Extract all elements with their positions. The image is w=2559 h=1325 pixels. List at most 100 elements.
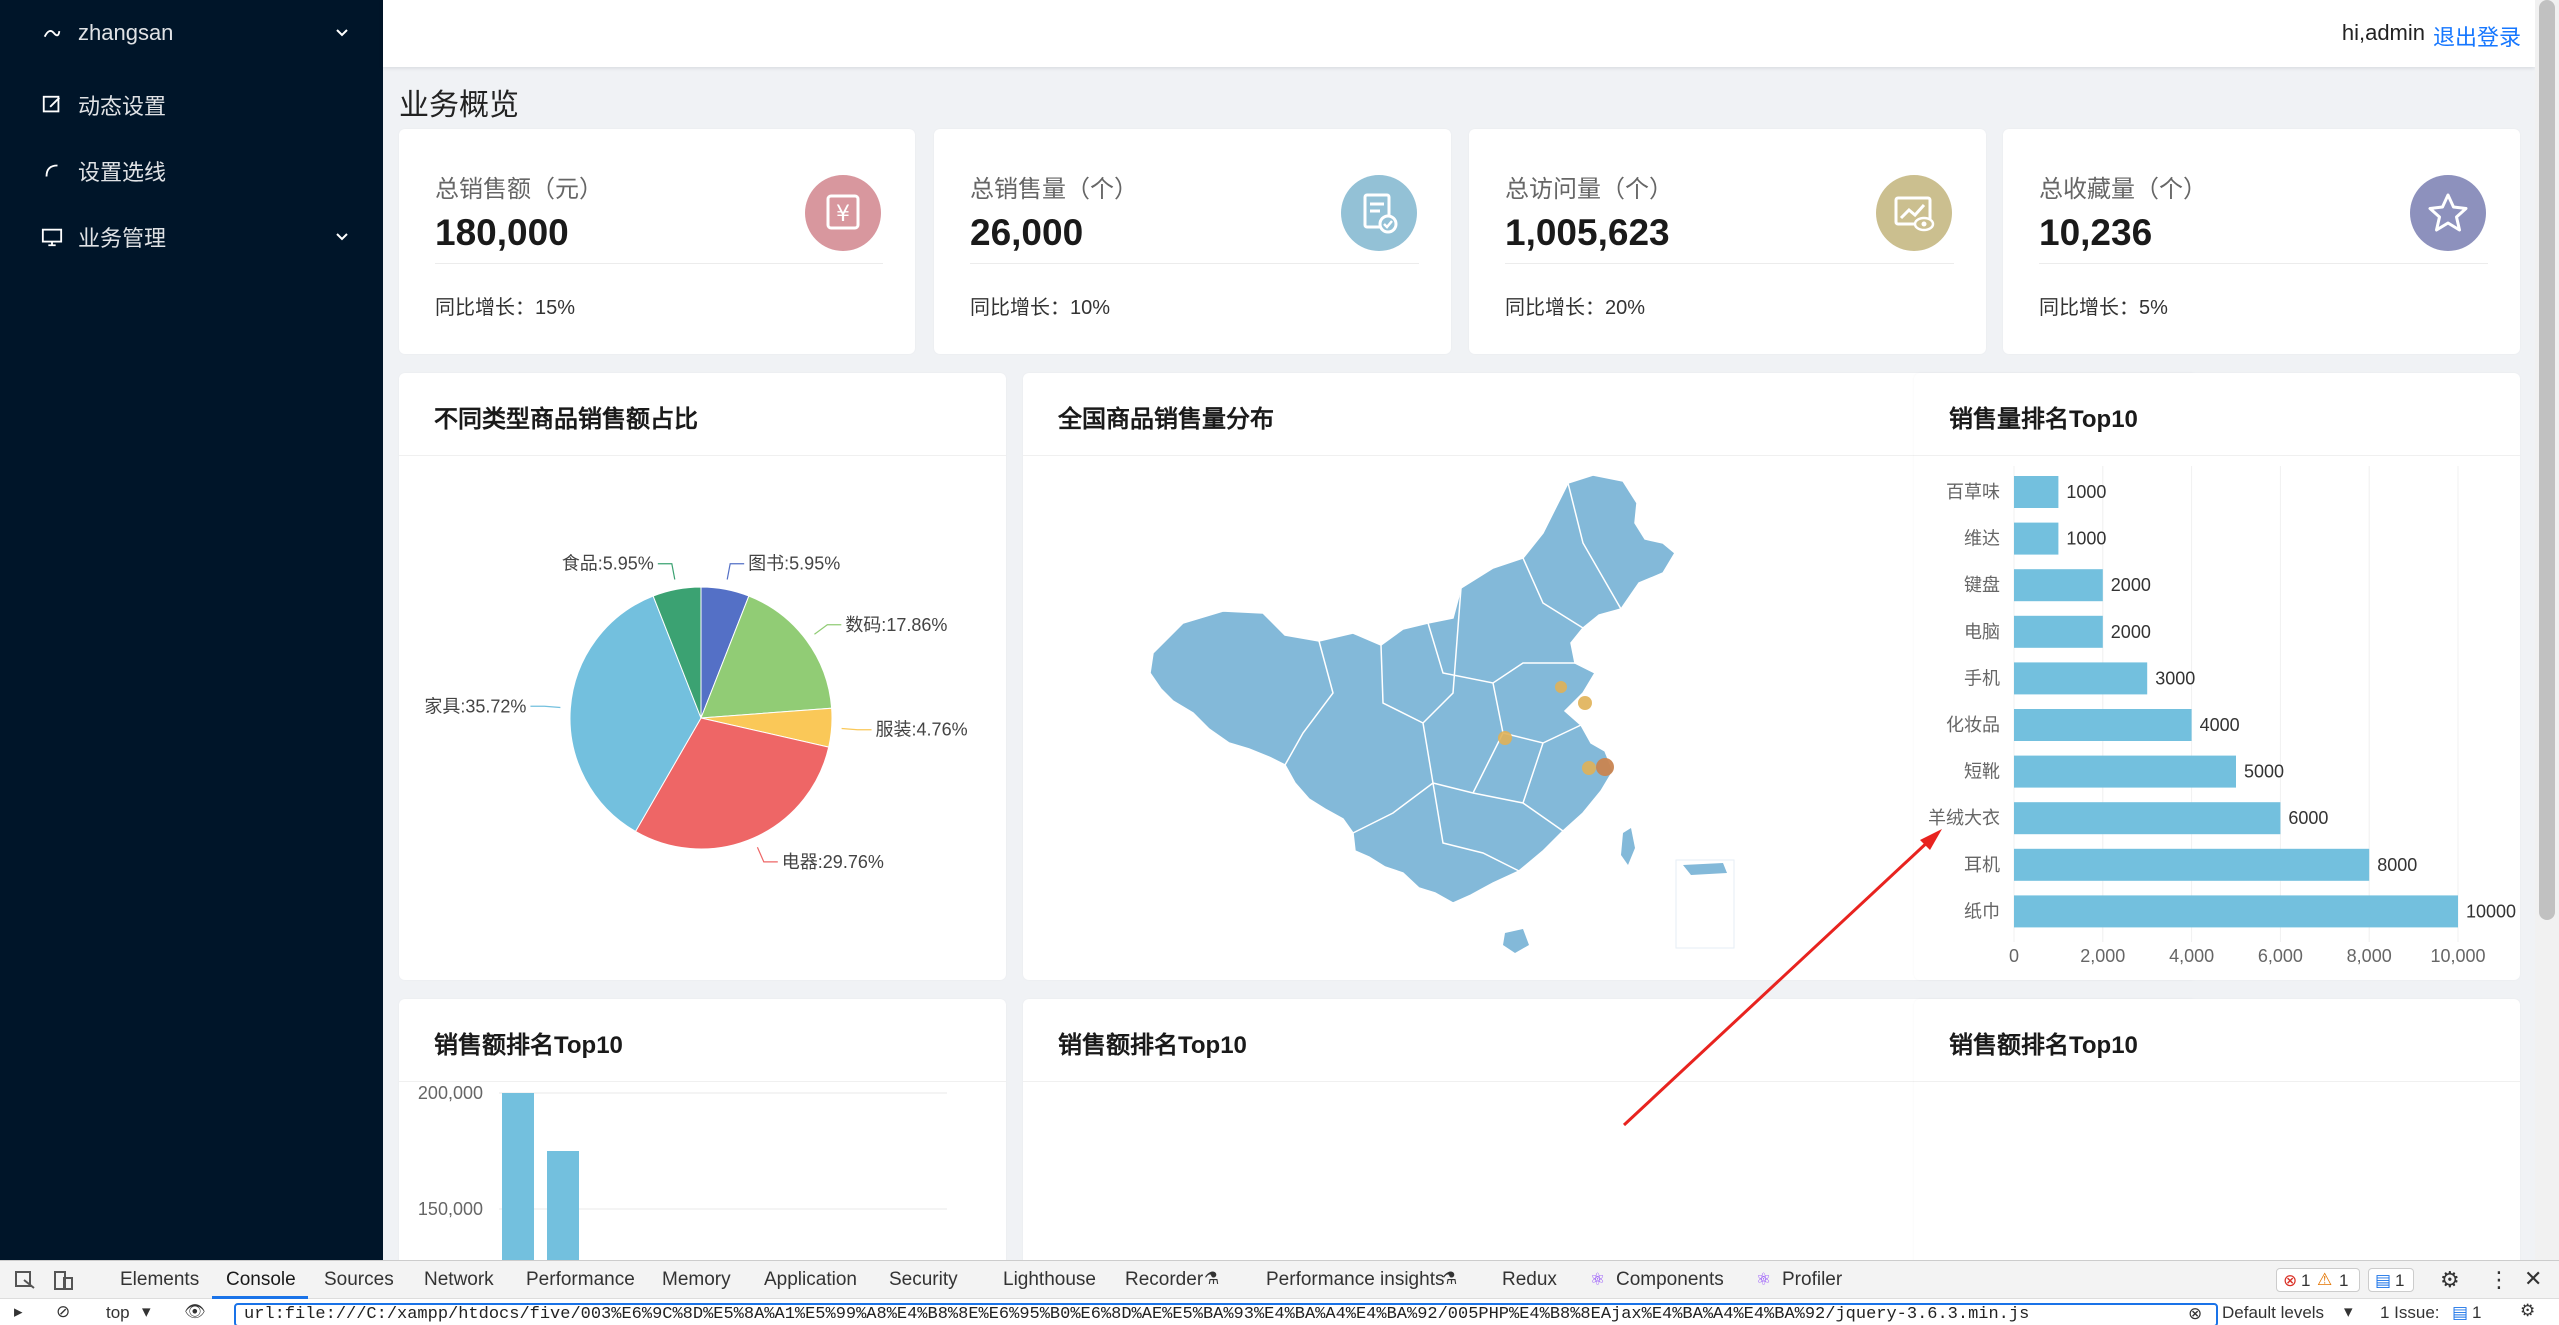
category-label: 耳机	[1964, 855, 2000, 875]
pie-label-line	[756, 846, 778, 863]
tab-profiler[interactable]: Profiler	[1782, 1269, 1842, 1291]
message-icon: ▤	[2375, 1271, 2392, 1290]
warning-icon: ⚠	[2317, 1270, 2333, 1289]
sidebar-item-business-management[interactable]: 业务管理	[0, 208, 383, 266]
stat-label: 总销售量（个）	[970, 176, 1138, 203]
data-label: 1000	[2066, 482, 2106, 502]
issues-link[interactable]: 1 Issue:	[2380, 1303, 2440, 1323]
pie-label: 服装:4.76%	[876, 720, 968, 740]
gear-icon[interactable]: ⚙	[2520, 1301, 2535, 1321]
stat-divider	[2039, 263, 2488, 264]
message-counter[interactable]: ▤ 1	[2368, 1268, 2414, 1292]
vbar-chart: 200,000 150,000	[418, 1083, 947, 1269]
tab-performance[interactable]: Performance	[526, 1269, 635, 1291]
bar[interactable]	[2014, 662, 2148, 695]
bar[interactable]	[547, 1151, 579, 1269]
devtools-tabbar: Elements Console Sources Network Perform…	[0, 1261, 2559, 1299]
page-scrollbar[interactable]	[2535, 0, 2559, 1260]
sidebar-toggle-icon[interactable]: ▸	[14, 1302, 23, 1322]
map-point	[1582, 761, 1596, 775]
category-label: 羊绒大衣	[1928, 808, 2000, 828]
tab-sources[interactable]: Sources	[324, 1269, 394, 1291]
sidebar-item-dynamic-settings[interactable]: 动态设置	[0, 76, 383, 134]
scrollbar-thumb[interactable]	[2539, 0, 2555, 920]
star-icon	[2410, 175, 2486, 251]
sidebar-item-line-settings[interactable]: 设置选线	[0, 142, 383, 200]
stat-value: 180,000	[435, 212, 569, 253]
stat-value: 26,000	[970, 212, 1084, 253]
stat-card-total-quantity: 总销售量（个） 26,000 同比增长：10%	[934, 129, 1451, 354]
y-tick-label: 200,000	[418, 1083, 483, 1103]
eye-icon[interactable]: 👁	[184, 1302, 206, 1322]
stat-label: 总销售额（元）	[435, 176, 603, 203]
tab-application[interactable]: Application	[764, 1269, 857, 1291]
tab-redux[interactable]: Redux	[1502, 1269, 1557, 1291]
tab-lighthouse[interactable]: Lighthouse	[1003, 1269, 1096, 1291]
react-icon: ⚛	[1590, 1270, 1606, 1289]
sidebar: zhangsan 动态设置 设置选线 业务管理	[0, 0, 383, 1260]
error-count: 1	[2301, 1271, 2311, 1290]
bar[interactable]	[2014, 615, 2103, 648]
log-levels-select[interactable]: Default levels	[2222, 1303, 2324, 1323]
warning-count: 1	[2339, 1271, 2349, 1290]
map-point	[1555, 681, 1567, 693]
tab-recorder[interactable]: Recorder	[1125, 1269, 1203, 1291]
x-tick-label: 6,000	[2258, 946, 2303, 966]
app-root: { "sidebar": { "user": "zhangsan", "item…	[0, 0, 2559, 1325]
react-icon: ⚛	[1756, 1270, 1772, 1289]
map-point	[1596, 758, 1614, 776]
inspect-icon[interactable]	[14, 1270, 36, 1292]
stat-growth: 同比增长：15%	[435, 297, 576, 319]
bar[interactable]	[2014, 802, 2281, 835]
error-icon: ⊗	[2283, 1271, 2298, 1290]
data-label: 10000	[2466, 901, 2516, 921]
data-label: 2000	[2111, 575, 2151, 595]
bar[interactable]	[2014, 522, 2059, 555]
bar[interactable]	[2014, 755, 2236, 788]
logout-link[interactable]: 退出登录	[2433, 20, 2521, 52]
panel-sales-1: 销售额排名Top10 200,000 150,000	[399, 999, 1006, 1269]
tab-memory[interactable]: Memory	[662, 1269, 731, 1291]
stat-card-total-favorites: 总收藏量（个） 10,236 同比增长：5%	[2003, 129, 2520, 354]
sidebar-item-label: 设置选线	[78, 160, 167, 185]
chart-eye-icon	[1876, 175, 1952, 251]
user-icon	[40, 21, 64, 45]
clear-filter-icon[interactable]: ⊗	[2188, 1304, 2202, 1324]
chevron-down-icon	[336, 233, 348, 241]
bar[interactable]	[2014, 895, 2458, 928]
x-tick-label: 0	[2009, 946, 2019, 966]
context-select[interactable]: top	[106, 1303, 130, 1323]
bar[interactable]	[2014, 476, 2059, 508]
tab-performance-insights[interactable]: Performance insights	[1266, 1269, 1444, 1291]
chevron-down-icon	[336, 29, 348, 37]
edit-icon	[40, 93, 64, 117]
console-filter-input[interactable]: url:file:///C:/xampp/htdocs/five/003%E6%…	[234, 1303, 2218, 1325]
chevron-down-icon: ▾	[142, 1302, 151, 1321]
tab-console[interactable]: Console	[226, 1269, 296, 1291]
tab-security[interactable]: Security	[889, 1269, 958, 1291]
pie-label-line	[814, 624, 842, 635]
tab-components[interactable]: Components	[1616, 1269, 1724, 1291]
tab-elements[interactable]: Elements	[120, 1269, 199, 1291]
stat-divider	[1505, 263, 1954, 264]
clear-console-icon[interactable]: ⊘	[56, 1302, 70, 1322]
error-warning-counter[interactable]: ⊗ 1 ⚠ 1	[2276, 1268, 2360, 1292]
gear-icon[interactable]: ⚙	[2440, 1267, 2460, 1293]
data-label: 2000	[2111, 622, 2151, 642]
more-options-icon[interactable]: ⋮	[2488, 1267, 2510, 1293]
panel-sales-3: 销售额排名Top10	[1914, 999, 2520, 1269]
bar[interactable]	[502, 1093, 534, 1269]
sidebar-user[interactable]: zhangsan	[0, 4, 383, 62]
close-icon[interactable]: ✕	[2524, 1266, 2542, 1292]
category-label: 电脑	[1964, 622, 2000, 642]
pie-label: 图书:5.95%	[748, 554, 840, 574]
bar[interactable]	[2014, 709, 2192, 741]
device-toolbar-icon[interactable]	[52, 1270, 74, 1292]
stat-label: 总访问量（个）	[1505, 176, 1673, 203]
tab-network[interactable]: Network	[424, 1269, 494, 1291]
bar[interactable]	[2014, 848, 2370, 881]
bar[interactable]	[2014, 569, 2103, 602]
settings-icon	[40, 159, 64, 183]
pie-label: 食品:5.95%	[562, 554, 654, 574]
devtools-panel: Elements Console Sources Network Perform…	[0, 1260, 2559, 1325]
